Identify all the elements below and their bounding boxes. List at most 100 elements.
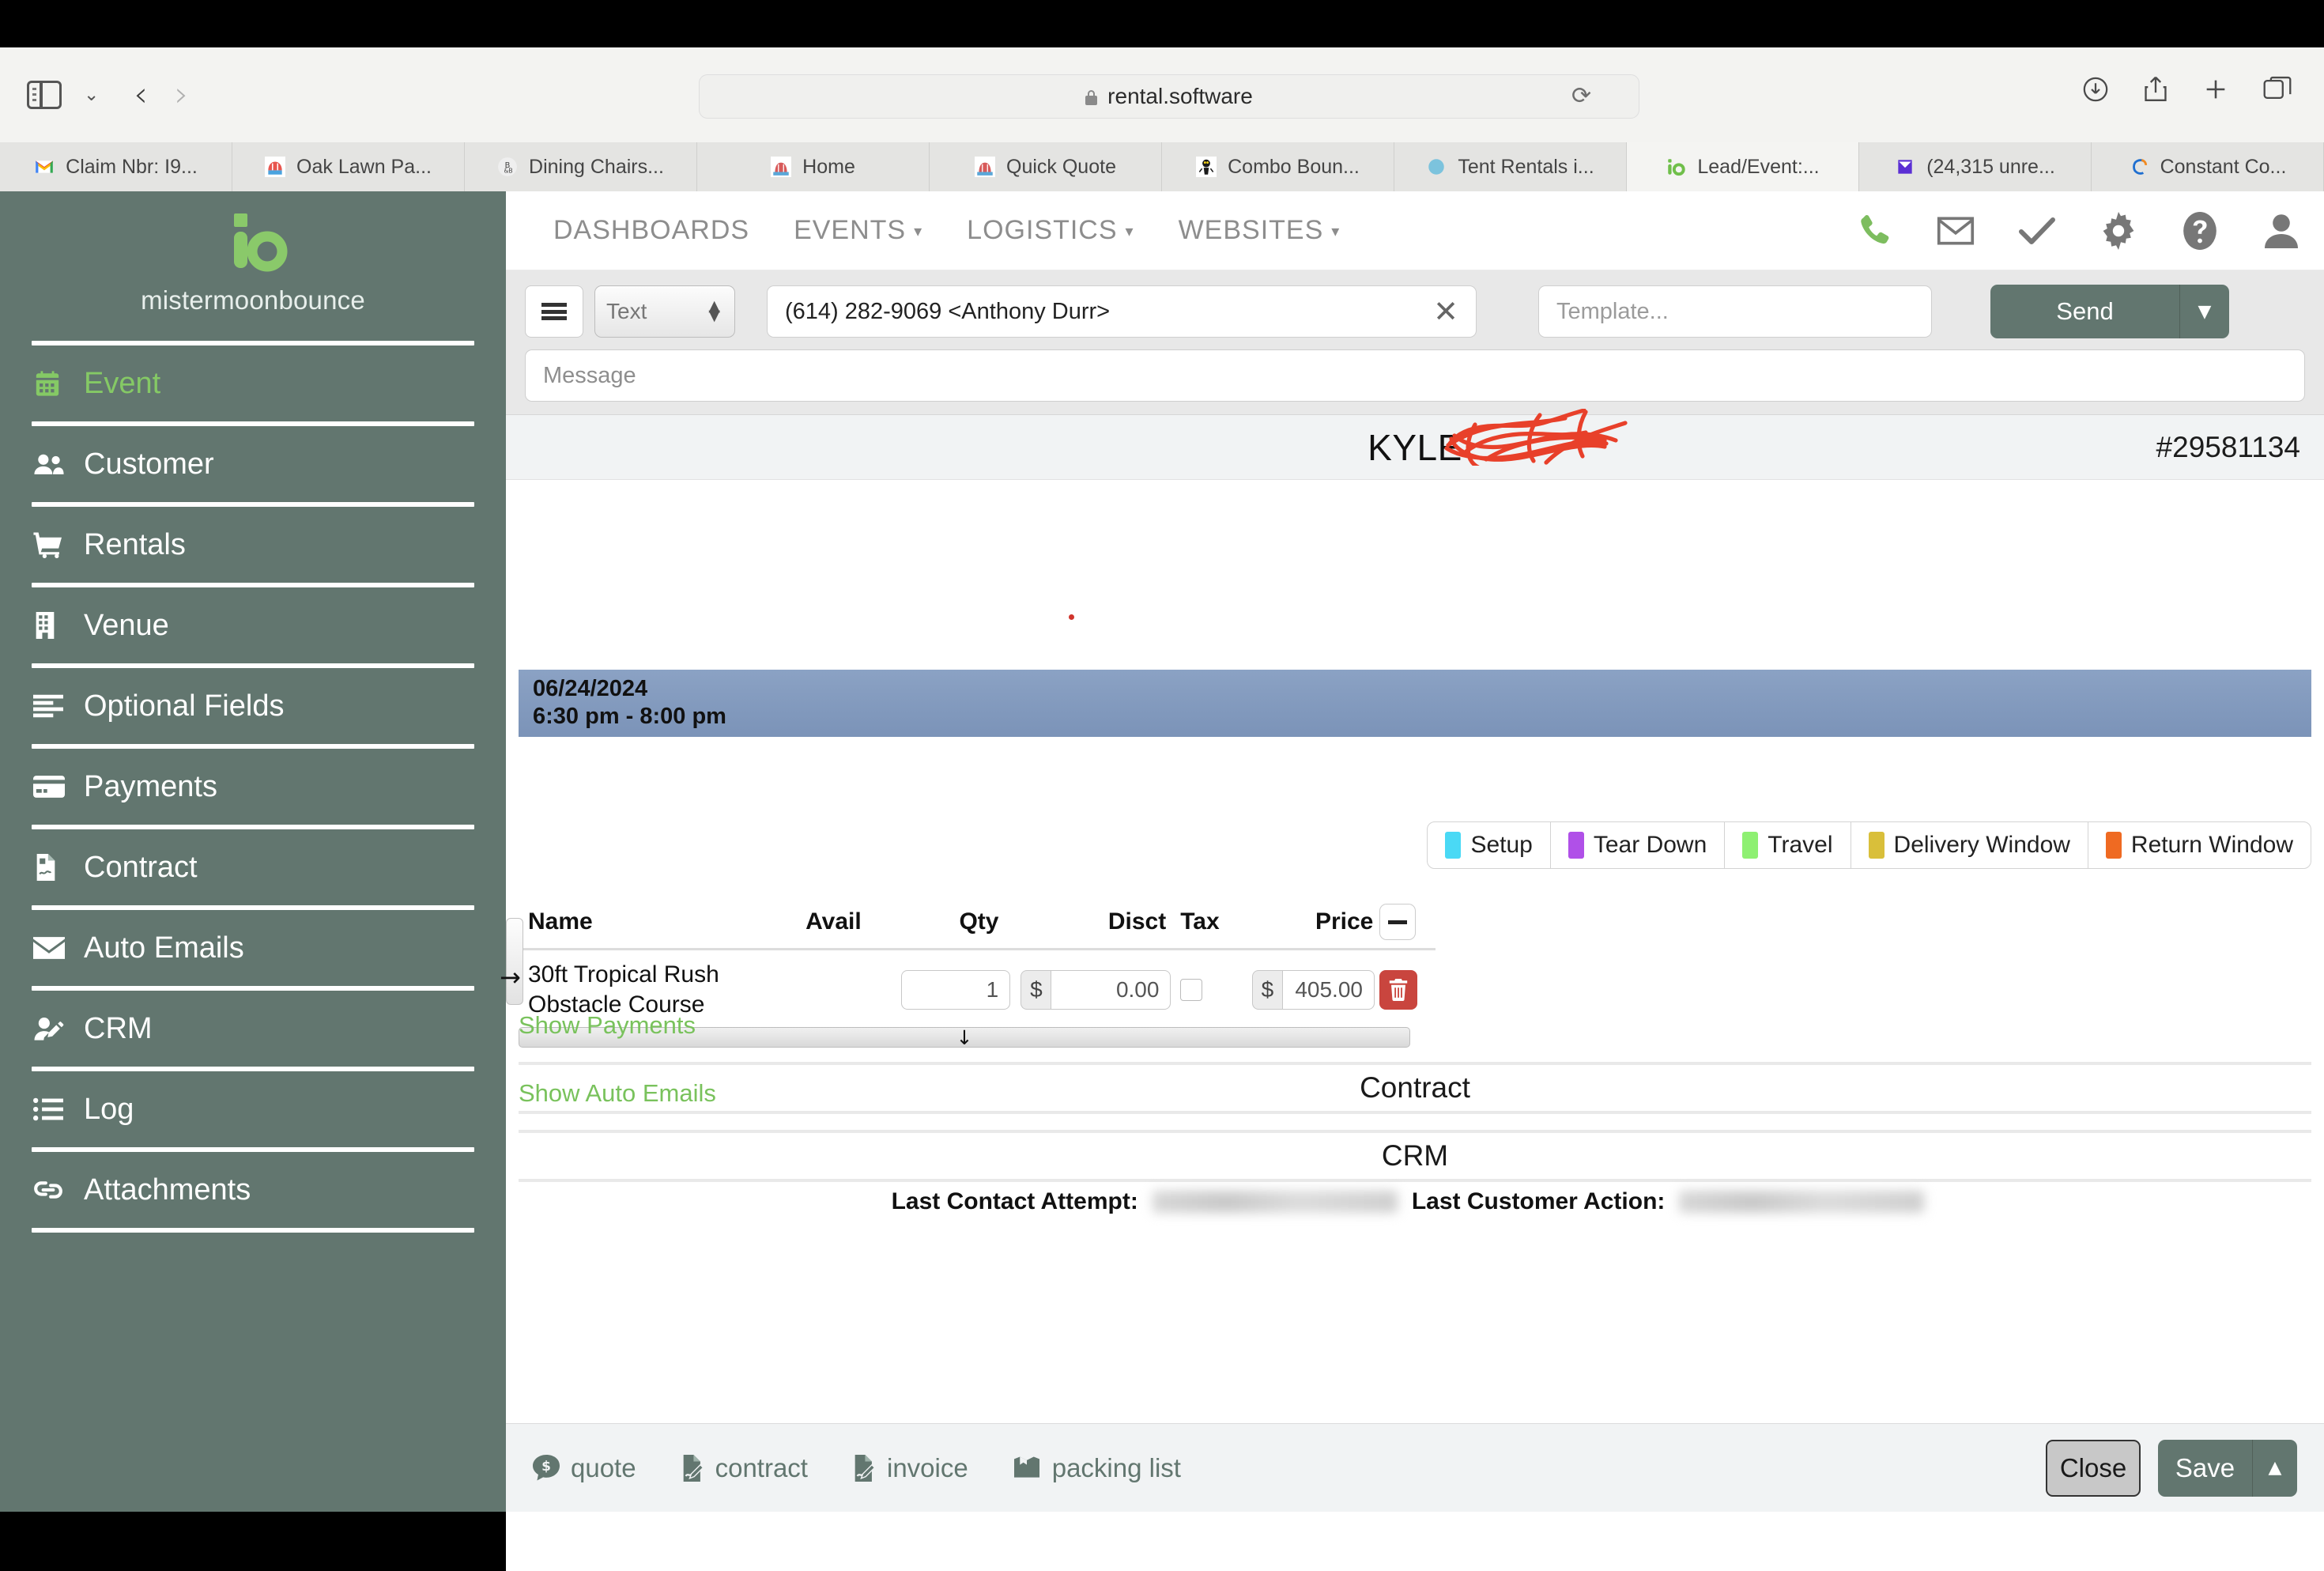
event-date-bar[interactable]: 06/24/2024 6:30 pm - 8:00 pm xyxy=(519,670,2311,737)
share-icon[interactable] xyxy=(2142,75,2169,104)
check-icon[interactable] xyxy=(2018,213,2056,248)
forward-arrow-icon[interactable]: › xyxy=(175,77,189,112)
footer-toolbar: $ quote contract invoice packing list Cl… xyxy=(506,1423,2324,1512)
downloads-icon[interactable] xyxy=(2082,76,2109,103)
legend-label: Setup xyxy=(1470,832,1533,858)
sidebar-item-payments[interactable]: Payments xyxy=(22,749,484,825)
envelope-icon[interactable] xyxy=(1937,213,1975,248)
quote-button[interactable]: $ quote xyxy=(533,1453,636,1483)
sidebar-item-attachments[interactable]: Attachments xyxy=(22,1152,484,1228)
hamburger-icon[interactable] xyxy=(525,285,583,338)
crm-section-title: CRM xyxy=(1381,1139,1449,1172)
close-button[interactable]: Close xyxy=(2046,1439,2141,1497)
recipient-input[interactable]: (614) 282-9069 <Anthony Durr> ✕ xyxy=(767,285,1477,338)
sidebar-item-label: Log xyxy=(84,1092,134,1126)
invoice-button[interactable]: invoice xyxy=(852,1453,968,1483)
tab-overview-icon[interactable] xyxy=(2262,76,2292,103)
plus-icon[interactable] xyxy=(2202,76,2229,103)
sidebar-toggle-icon[interactable] xyxy=(27,81,62,109)
browser-tab[interactable]: Quick Quote xyxy=(930,142,1162,191)
close-label: Close xyxy=(2059,1452,2127,1482)
browser-tab[interactable]: B &B Dining Chairs... xyxy=(465,142,697,191)
sidebar-item-rentals[interactable]: Rentals xyxy=(22,507,484,583)
svg-text:$: $ xyxy=(541,1459,551,1475)
trash-icon[interactable] xyxy=(1379,970,1418,1010)
legend-label: Delivery Window xyxy=(1893,832,2070,858)
file-signature-icon xyxy=(33,854,66,881)
tax-checkbox[interactable] xyxy=(1180,979,1203,1002)
tab-title: Lead/Event:... xyxy=(1697,155,1820,178)
message-input[interactable]: Message xyxy=(525,349,2305,402)
sidebar-item-event[interactable]: Event xyxy=(22,346,484,421)
io-logo-icon xyxy=(215,210,291,278)
close-x-icon[interactable]: ✕ xyxy=(1433,296,1458,327)
bouncehouse-icon xyxy=(265,157,286,177)
back-arrow-icon[interactable]: ‹ xyxy=(134,77,148,112)
sidebar-item-label: Customer xyxy=(84,447,214,481)
browser-tab[interactable]: Constant Co... xyxy=(2092,142,2324,191)
browser-tab[interactable]: Tent Rentals i... xyxy=(1394,142,1627,191)
packing-list-button[interactable]: packing list xyxy=(1013,1453,1181,1483)
message-placeholder: Message xyxy=(543,362,636,388)
qty-input[interactable]: 1 xyxy=(901,970,1011,1010)
show-payments-link[interactable]: Show Payments xyxy=(519,1011,696,1040)
address-bar[interactable]: rental.software xyxy=(699,74,1639,119)
browser-tab[interactable]: Home xyxy=(697,142,930,191)
bouncer-icon xyxy=(771,157,792,177)
legend-item-tear-down[interactable]: Tear Down xyxy=(1551,822,1726,868)
legend-item-return-window[interactable]: Return Window xyxy=(2088,822,2311,868)
legend-label: Travel xyxy=(1768,832,1833,858)
phone-icon[interactable] xyxy=(1855,212,1893,250)
save-button-group: Save ▲ xyxy=(2158,1439,2297,1497)
nav-logistics[interactable]: LOGISTICS ▾ xyxy=(945,215,1156,246)
item-qty-cell: 1 xyxy=(901,950,1021,1021)
show-auto-emails-link[interactable]: Show Auto Emails xyxy=(519,1079,716,1108)
column-header-avail: Avail xyxy=(805,901,902,950)
nav-dashboards[interactable]: DASHBOARDS xyxy=(531,215,772,246)
sidebar-item-auto-emails[interactable]: Auto Emails xyxy=(22,910,484,986)
tab-title: Tent Rentals i... xyxy=(1458,155,1594,178)
sidebar-item-venue[interactable]: Venue xyxy=(22,587,484,663)
nav-events[interactable]: EVENTS ▾ xyxy=(772,215,945,246)
message-type-select[interactable]: Text ▲ ▼ xyxy=(594,285,735,338)
color-swatch xyxy=(1445,832,1462,859)
send-dropdown-caret[interactable]: ▼ xyxy=(2180,285,2229,338)
legend-item-delivery-window[interactable]: Delivery Window xyxy=(1851,822,2088,868)
sidebar-item-crm[interactable]: CRM xyxy=(22,991,484,1067)
save-button[interactable]: Save xyxy=(2158,1439,2253,1497)
rental-items-table: Name Avail Qty Disct Tax Price 30ft Trop… xyxy=(519,901,1436,1021)
contract-button[interactable]: contract xyxy=(681,1453,808,1483)
minus-icon[interactable] xyxy=(1379,904,1417,940)
gear-icon[interactable] xyxy=(2100,212,2137,250)
browser-tab[interactable]: Oak Lawn Pa... xyxy=(232,142,465,191)
help-circle-icon[interactable] xyxy=(2181,211,2219,251)
legend-item-travel[interactable]: Travel xyxy=(1725,822,1851,868)
sidebar-item-optional-fields[interactable]: Optional Fields xyxy=(22,668,484,744)
nav-websites[interactable]: WEBSITES ▾ xyxy=(1156,215,1363,246)
sidebar-item-log[interactable]: Log xyxy=(22,1071,484,1147)
legend-item-setup[interactable]: Setup xyxy=(1428,822,1551,868)
io-logo-icon xyxy=(1668,159,1686,176)
discount-input[interactable]: 0.00 xyxy=(1051,970,1171,1010)
chevron-down-icon[interactable]: ⌄ xyxy=(84,85,99,104)
nav-label: WEBSITES xyxy=(1178,215,1324,245)
send-button[interactable]: Send xyxy=(1990,285,2180,338)
save-dropdown-caret[interactable]: ▲ xyxy=(2253,1439,2297,1497)
browser-tab-active[interactable]: Lead/Event:... xyxy=(1627,142,1859,191)
price-input[interactable]: 405.00 xyxy=(1281,970,1375,1010)
sidebar-item-customer[interactable]: Customer xyxy=(22,426,484,502)
item-actions-cell xyxy=(1379,950,1436,1021)
contract-section-title: Contract xyxy=(1360,1071,1470,1104)
legend-label: Return Window xyxy=(2130,832,2293,858)
sidebar-item-contract[interactable]: Contract xyxy=(22,829,484,905)
crm-status-line: Last Contact Attempt: Last Customer Acti… xyxy=(519,1188,2311,1215)
user-edit-icon xyxy=(33,1016,66,1041)
browser-tab[interactable]: Combo Boun... xyxy=(1162,142,1394,191)
align-left-icon xyxy=(33,694,66,718)
last-contact-attempt-value xyxy=(1152,1191,1398,1213)
divider xyxy=(519,1130,2311,1133)
user-account-icon[interactable] xyxy=(2262,212,2300,250)
browser-tab[interactable]: (24,315 unre... xyxy=(1859,142,2092,191)
template-input[interactable]: Template... xyxy=(1538,285,1932,338)
browser-tab[interactable]: Claim Nbr: I9... xyxy=(0,142,232,191)
